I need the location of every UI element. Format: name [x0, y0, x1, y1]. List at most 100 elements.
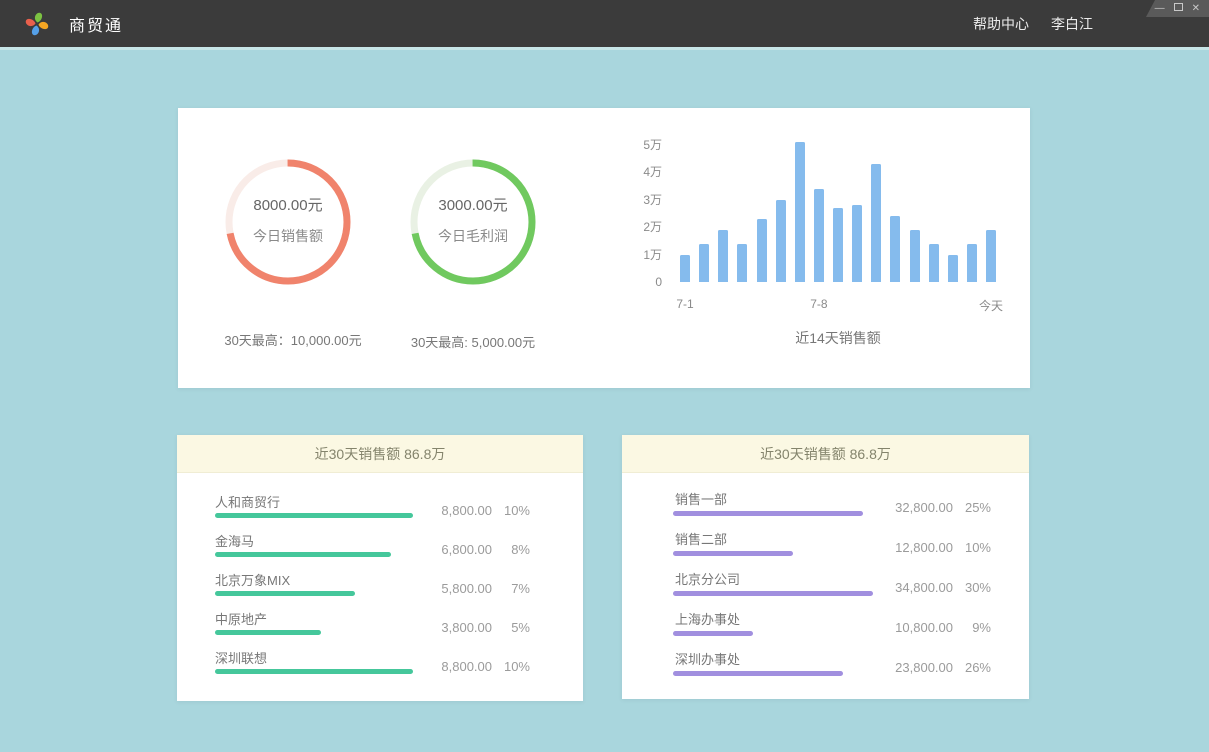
- y-axis-tick: 0: [618, 275, 662, 289]
- ranking-row-amount: 10,800.00: [877, 620, 953, 635]
- customer-ranking-card: 近30天销售额 86.8万 人和商贸行 8,800.00 10% 金海马 6,8…: [177, 435, 583, 701]
- ranking-row-name: 北京分公司: [675, 569, 740, 588]
- sales-bar: [852, 205, 862, 282]
- ranking-row-bar: [215, 513, 413, 518]
- sales-bar: [757, 219, 767, 282]
- sales-bar: [948, 255, 958, 282]
- ranking-row-value: 5,800.00 7%: [416, 581, 530, 596]
- ranking-row-percent: 9%: [953, 620, 991, 635]
- ranking-row-amount: 32,800.00: [877, 500, 953, 515]
- ranking-row-percent: 10%: [492, 503, 530, 518]
- ranking-row-name: 上海办事处: [675, 609, 740, 628]
- sales-bar: [718, 230, 728, 282]
- ranking-row-bar: [673, 631, 753, 636]
- department-ranking-list: 销售一部 32,800.00 25% 销售二部 12,800.00 10% 北京…: [622, 473, 1029, 689]
- ranking-row-amount: 6,800.00: [416, 542, 492, 557]
- gauge-label: 今日毛利润: [438, 226, 508, 246]
- sales-bar: [814, 189, 824, 282]
- ranking-row: 金海马 6,800.00 8%: [177, 531, 583, 570]
- bar-chart-x-axis: 7-17-8今天: [680, 297, 996, 313]
- bar-chart-plot: [680, 145, 996, 282]
- ranking-row-value: 6,800.00 8%: [416, 542, 530, 557]
- gauge-value: 3000.00元: [438, 194, 507, 215]
- ranking-row-bar: [215, 669, 413, 674]
- overview-card: 8000.00元 今日销售额 30天最高：10,000.00元 3000.00元…: [178, 108, 1030, 388]
- ranking-row-amount: 34,800.00: [877, 580, 953, 595]
- ranking-row: 深圳办事处 23,800.00 26%: [622, 649, 1029, 689]
- ranking-row-name: 中原地产: [215, 609, 267, 628]
- customer-ranking-list: 人和商贸行 8,800.00 10% 金海马 6,800.00 8% 北京万象M…: [177, 473, 583, 687]
- y-axis-tick: 4万: [618, 165, 662, 179]
- sales-bar: [795, 142, 805, 282]
- ranking-row-name: 人和商贸行: [215, 492, 280, 511]
- ranking-row-name: 深圳联想: [215, 648, 267, 667]
- sales-bar: [680, 255, 690, 282]
- ranking-row-amount: 8,800.00: [416, 659, 492, 674]
- app-title: 商贸通: [69, 12, 123, 36]
- ranking-row-name: 金海马: [215, 531, 254, 550]
- sales-bar: [910, 230, 920, 282]
- ranking-row-amount: 3,800.00: [416, 620, 492, 635]
- ranking-row-amount: 12,800.00: [877, 540, 953, 555]
- sales-bar: [890, 216, 900, 282]
- ranking-row-value: 10,800.00 9%: [877, 620, 991, 635]
- x-axis-tick: 7-1: [676, 297, 693, 311]
- department-ranking-card: 近30天销售额 86.8万 销售一部 32,800.00 25% 销售二部 12…: [622, 435, 1029, 699]
- ranking-row: 北京万象MIX 5,800.00 7%: [177, 570, 583, 609]
- bar-chart-y-axis: 5万4万3万2万1万0: [618, 138, 662, 298]
- user-name-menu[interactable]: 李白江: [1051, 14, 1093, 34]
- topbar: 商贸通 帮助中心 李白江 — ✕: [0, 0, 1209, 47]
- ranking-row: 上海办事处 10,800.00 9%: [622, 609, 1029, 649]
- sales-bar: [833, 208, 843, 282]
- ranking-row-bar: [673, 551, 793, 556]
- y-axis-tick: 1万: [618, 248, 662, 262]
- ranking-row: 深圳联想 8,800.00 10%: [177, 648, 583, 687]
- ranking-row-name: 销售二部: [675, 529, 727, 548]
- sales-bar: [776, 200, 786, 282]
- ranking-row-value: 34,800.00 30%: [877, 580, 991, 595]
- ranking-row-value: 8,800.00 10%: [416, 659, 530, 674]
- ranking-row-amount: 5,800.00: [416, 581, 492, 596]
- department-ranking-title: 近30天销售额 86.8万: [622, 435, 1029, 473]
- ranking-row-name: 深圳办事处: [675, 649, 740, 668]
- sales-bar: [929, 244, 939, 282]
- minimize-button[interactable]: —: [1155, 4, 1165, 14]
- ranking-row-bar: [215, 630, 321, 635]
- ranking-row-percent: 10%: [953, 540, 991, 555]
- ranking-row-value: 23,800.00 26%: [877, 660, 991, 675]
- customer-ranking-title: 近30天销售额 86.8万: [177, 435, 583, 473]
- ranking-row-value: 12,800.00 10%: [877, 540, 991, 555]
- ranking-row-name: 销售一部: [675, 489, 727, 508]
- topbar-highlight-strip: [0, 47, 1209, 50]
- ranking-row-bar: [215, 552, 391, 557]
- sales-bar: [986, 230, 996, 282]
- ranking-row-percent: 10%: [492, 659, 530, 674]
- y-axis-tick: 2万: [618, 220, 662, 234]
- ranking-row-bar: [673, 671, 843, 676]
- x-axis-tick: 今天: [979, 297, 1003, 314]
- sales-bar: [967, 244, 977, 282]
- ranking-row-value: 32,800.00 25%: [877, 500, 991, 515]
- sales-bar: [871, 164, 881, 282]
- maximize-button[interactable]: [1174, 3, 1183, 14]
- maximize-icon: [1174, 3, 1183, 11]
- ranking-row-bar: [673, 591, 873, 596]
- dashboard-window: { "topbar": { "app_title": "商贸通", "help_…: [0, 0, 1209, 752]
- close-button[interactable]: ✕: [1192, 4, 1200, 14]
- ranking-row-name: 北京万象MIX: [215, 570, 290, 589]
- y-axis-tick: 3万: [618, 193, 662, 207]
- help-center-link[interactable]: 帮助中心: [973, 14, 1029, 34]
- bar-chart-caption: 近14天销售额: [680, 328, 996, 348]
- ranking-row-bar: [673, 511, 863, 516]
- pinwheel-logo-icon: [22, 9, 52, 39]
- sales-bar: [737, 244, 747, 282]
- ranking-row-percent: 26%: [953, 660, 991, 675]
- ranking-row: 销售一部 32,800.00 25%: [622, 489, 1029, 529]
- x-axis-tick: 7-8: [810, 297, 827, 311]
- ranking-row-value: 8,800.00 10%: [416, 503, 530, 518]
- ranking-row-percent: 30%: [953, 580, 991, 595]
- ranking-row-amount: 8,800.00: [416, 503, 492, 518]
- ranking-row-percent: 7%: [492, 581, 530, 596]
- ranking-row: 人和商贸行 8,800.00 10%: [177, 492, 583, 531]
- today-profit-gauge: 3000.00元 今日毛利润: [403, 152, 543, 292]
